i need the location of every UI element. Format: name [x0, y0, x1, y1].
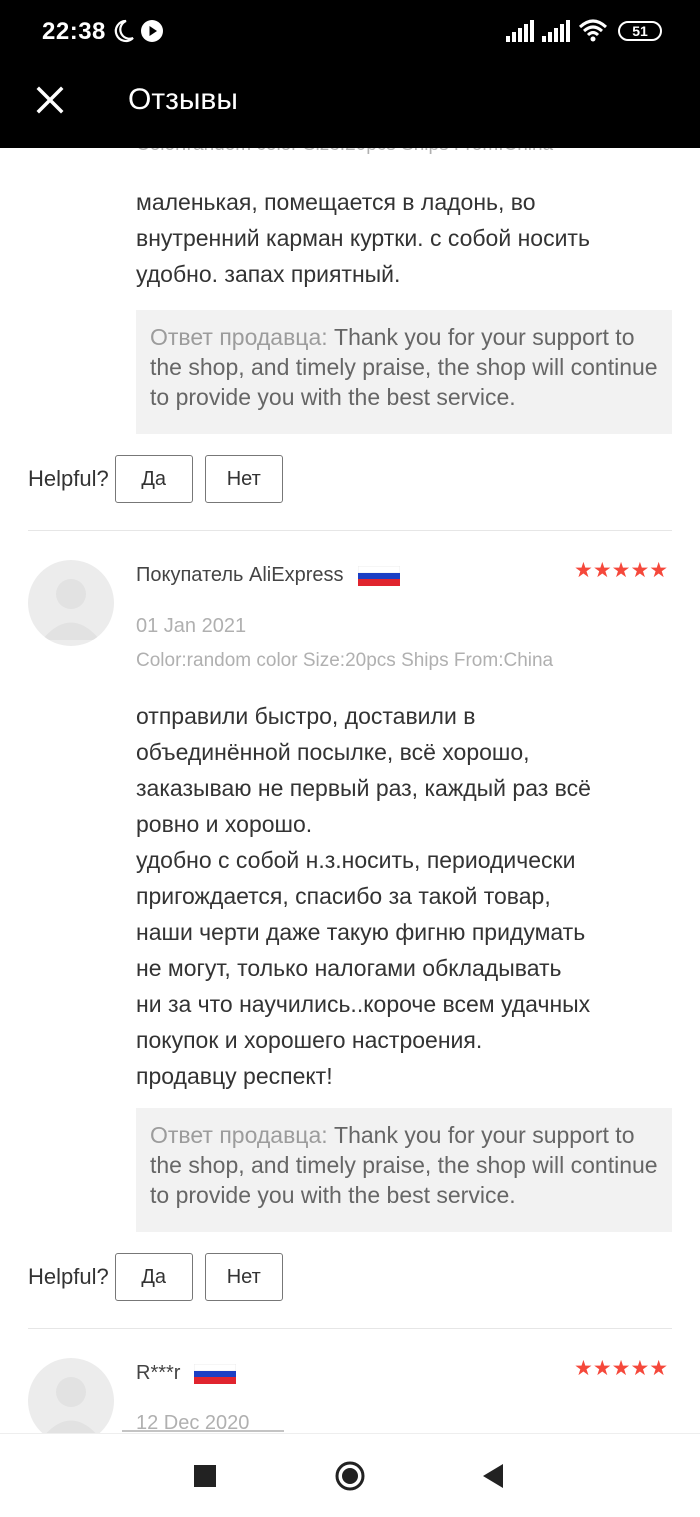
russia-flag-icon [357, 565, 400, 586]
seller-reply: Ответ продавца: Thank you for your suppo… [136, 1108, 672, 1232]
review-meta: Color:random color Size:20pcs Ships From… [136, 650, 554, 671]
wifi-icon [578, 19, 608, 42]
star-rating: ★★★★★ [574, 559, 669, 582]
seller-reply: Ответ продавца: Thank you for your suppo… [136, 310, 672, 434]
review-date: 01 Jan 2021 [136, 615, 247, 637]
star-rating: ★★★★★ [574, 1357, 669, 1380]
avatar [28, 1358, 114, 1433]
helpful-yes-button[interactable]: Да [114, 1253, 193, 1301]
signal-icon [542, 20, 570, 42]
helpful-no-button[interactable]: Нет [204, 1253, 283, 1301]
moon-icon [114, 19, 134, 43]
user-silhouette-icon [42, 579, 100, 640]
russia-flag-icon [194, 1363, 237, 1384]
divider [28, 530, 672, 531]
review-author: Покупатель AliExpress [136, 564, 400, 587]
status-bar: 22:38 51 [0, 0, 700, 62]
helpful-row: Helpful? Да Нет [28, 1253, 295, 1301]
review-text: отправили быстро, доставили в объединённ… [136, 703, 591, 1089]
avatar [28, 560, 114, 646]
helpful-label: Helpful? [28, 1264, 109, 1289]
author-name: Покупатель AliExpress [136, 564, 344, 586]
review-meta: Color:random color Size:20pcs Ships From… [136, 148, 553, 156]
divider [28, 1328, 672, 1329]
user-silhouette-icon [46, 1377, 96, 1433]
battery-level: 51 [632, 23, 648, 39]
app-header: Отзывы [0, 62, 700, 148]
status-time: 22:38 [42, 18, 106, 45]
helpful-no-button[interactable]: Нет [204, 455, 283, 503]
system-nav-bar [0, 1433, 700, 1517]
seller-reply-label: Ответ продавца: [150, 1122, 335, 1148]
close-icon[interactable] [34, 84, 66, 116]
helpful-label: Helpful? [28, 466, 109, 491]
author-name: R***r [136, 1362, 181, 1384]
scroll-hint-line [122, 1430, 284, 1432]
home-icon[interactable] [335, 1461, 365, 1491]
helpful-row: Helpful? Да Нет [28, 455, 295, 503]
helpful-yes-button[interactable]: Да [114, 455, 193, 503]
review-author: R***r [136, 1362, 237, 1385]
review-text: маленькая, помещается в ладонь, во внутр… [136, 189, 590, 287]
signal-icon [506, 20, 534, 42]
recents-icon[interactable] [194, 1465, 216, 1487]
back-icon[interactable] [481, 1463, 505, 1489]
reviews-list[interactable]: Color:random color Size:20pcs Ships From… [0, 148, 700, 1433]
page-title: Отзывы [128, 83, 238, 116]
seller-reply-label: Ответ продавца: [150, 324, 335, 350]
play-icon [141, 20, 163, 42]
battery-icon: 51 [618, 21, 662, 41]
